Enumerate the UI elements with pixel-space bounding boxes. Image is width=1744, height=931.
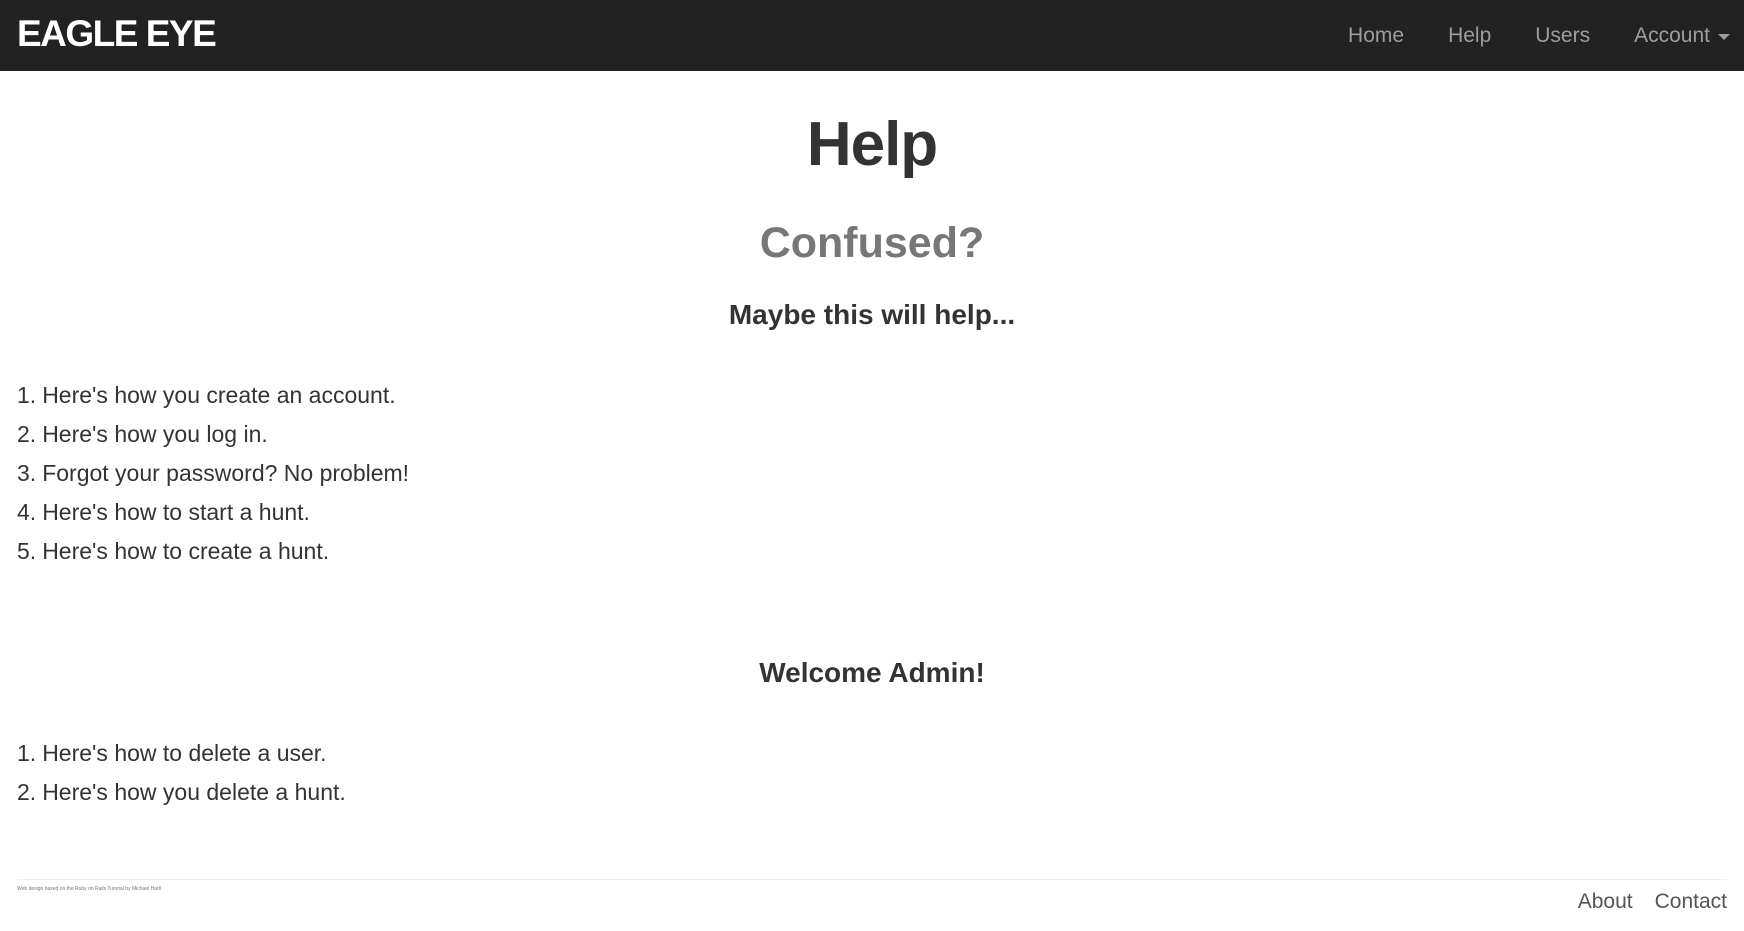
footer-about-link[interactable]: About (1578, 888, 1633, 916)
nav-menu: Home Help Users Account (1326, 0, 1744, 71)
list-item-number: 4. (17, 499, 37, 525)
nav-home-label: Home (1348, 24, 1405, 47)
list-item: 5. Here's how to create a hunt. (17, 534, 409, 573)
admin-help-list: 1. Here's how to delete a user. 2. Here's … (17, 736, 346, 814)
list-item-number: 1. (17, 382, 37, 408)
nav-account-label: Account (1634, 24, 1710, 47)
list-item-text: Here's how to start a hunt. (42, 499, 310, 525)
list-item: 1. Here's how to delete a user. (17, 736, 346, 775)
navbar: EAGLE EYE Home Help Users Account (0, 0, 1744, 71)
admin-heading: Welcome Admin! (759, 657, 985, 688)
footer-nav: About Contact (1556, 888, 1727, 916)
list-item-number: 3. (17, 460, 37, 486)
nav-users-label: Users (1535, 24, 1591, 47)
page-title: Help (806, 110, 938, 179)
footer-credit: Web design based on the Ruby on Rails Tu… (17, 886, 162, 892)
footer-contact-link[interactable]: Contact (1655, 888, 1727, 916)
list-item: 1. Here's how you create an account. (17, 378, 409, 417)
list-item: 2. Here's how you log in. (17, 417, 409, 456)
list-item-number: 5. (17, 538, 37, 564)
list-item-text: Here's how you delete a hunt. (42, 779, 346, 805)
list-item-text: Here's how to create a hunt. (42, 538, 330, 564)
nav-home-link[interactable]: Home (1326, 0, 1426, 71)
list-item: 3. Forgot your password? No problem! (17, 456, 409, 495)
nav-help-label: Help (1448, 24, 1492, 47)
list-item-number: 2. (17, 421, 37, 447)
list-item-text: Here's how you create an account. (42, 382, 396, 408)
help-heading: Maybe this will help... (728, 299, 1016, 330)
brand-logo[interactable]: EAGLE EYE (17, 14, 217, 54)
list-item-text: Forgot your password? No problem! (42, 460, 410, 486)
list-item: 4. Here's how to start a hunt. (17, 495, 409, 534)
list-item-text: Here's how to delete a user. (42, 740, 327, 766)
list-item-number: 1. (17, 740, 37, 766)
footer-divider (17, 879, 1727, 880)
list-item-number: 2. (17, 779, 37, 805)
caret-down-icon (1718, 33, 1730, 40)
list-item-text: Here's how you log in. (42, 421, 268, 447)
nav-users-link[interactable]: Users (1513, 0, 1612, 71)
nav-help-link[interactable]: Help (1426, 0, 1513, 71)
user-help-list: 1. Here's how you create an account. 2. He… (17, 378, 409, 573)
list-item: 2. Here's how you delete a hunt. (17, 775, 346, 814)
nav-account-dropdown[interactable]: Account (1612, 0, 1744, 71)
page-subtitle: Confused? (759, 219, 985, 267)
